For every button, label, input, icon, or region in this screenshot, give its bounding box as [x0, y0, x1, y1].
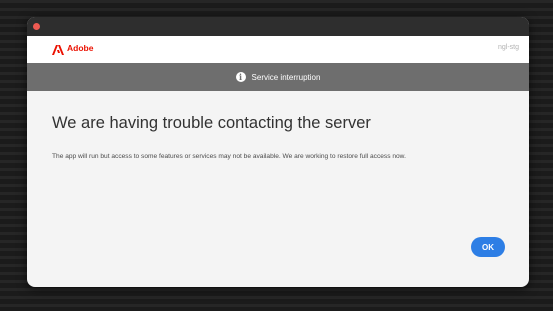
environment-label: ngl-stg — [497, 44, 519, 51]
window-titlebar — [27, 17, 529, 36]
close-window-button[interactable] — [33, 23, 40, 30]
brand-header: Adobe ngl-stg — [27, 36, 529, 63]
ok-button[interactable]: OK — [471, 237, 505, 257]
adobe-logo-icon — [52, 45, 64, 55]
page-title: We are having trouble contacting the ser… — [52, 114, 371, 132]
info-icon: i — [235, 72, 246, 82]
banner-text: Service interruption — [251, 72, 321, 82]
dialog-window: Adobe ngl-stg i Service interruption We … — [27, 17, 529, 287]
dialog-content: We are having trouble contacting the ser… — [27, 91, 529, 287]
service-banner: i Service interruption — [27, 63, 529, 91]
brand-name: Adobe — [67, 43, 94, 53]
dialog-message: The app will run but access to some feat… — [52, 153, 406, 160]
